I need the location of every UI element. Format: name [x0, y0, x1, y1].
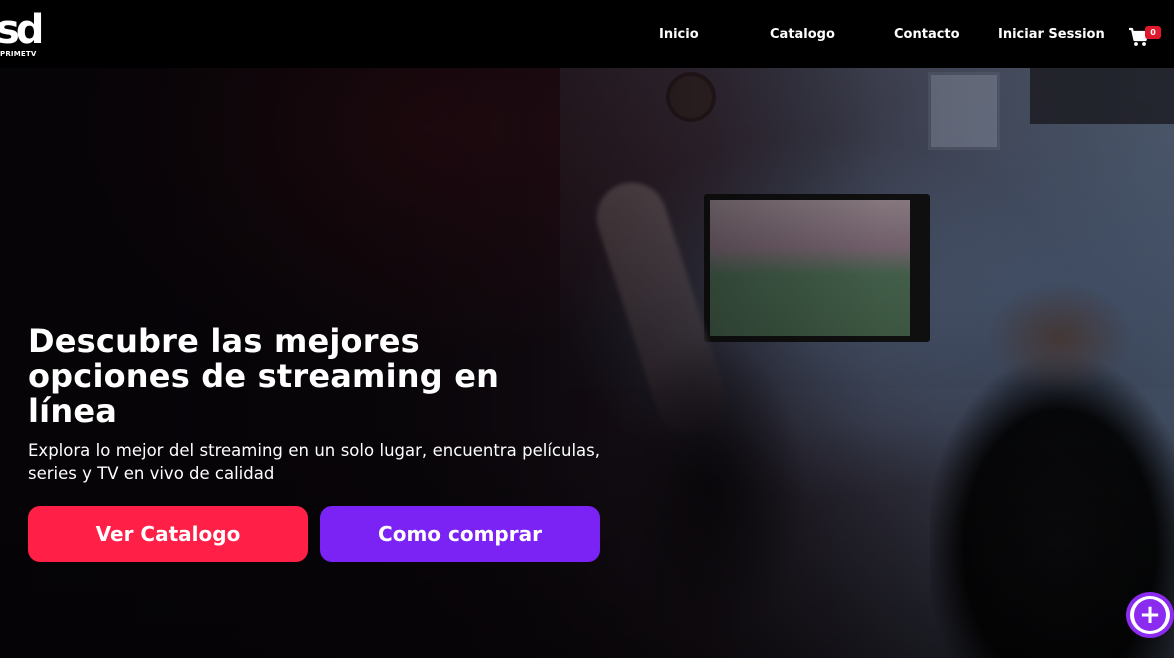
logo-subtitle: PRIMETV	[0, 50, 37, 58]
floating-action-button[interactable]: +	[1126, 592, 1174, 638]
nav-link-catalogo[interactable]: Catalogo	[770, 26, 835, 44]
como-comprar-button[interactable]: Como comprar	[320, 506, 600, 562]
nav-link-contacto[interactable]: Contacto	[894, 26, 960, 44]
top-navbar: sd PRIMETV Inicio Catalogo Contacto Inic…	[0, 0, 1174, 68]
ver-catalogo-button[interactable]: Ver Catalogo	[28, 506, 308, 562]
hero-section: Descubre las mejores opciones de streami…	[0, 68, 1174, 658]
cart-count-badge: 0	[1145, 26, 1161, 39]
logo-mark: sd	[0, 7, 44, 53]
hero-title: Descubre las mejores opciones de streami…	[28, 322, 500, 430]
nav-link-inicio[interactable]: Inicio	[659, 26, 699, 44]
cart-button[interactable]: 0	[1128, 26, 1162, 48]
plus-icon: +	[1134, 599, 1166, 631]
nav-link-iniciar-session[interactable]: Iniciar Session	[998, 26, 1105, 44]
site-logo[interactable]: sd PRIMETV	[0, 7, 44, 62]
hero-description: Explora lo mejor del streaming en un sol…	[28, 441, 600, 483]
